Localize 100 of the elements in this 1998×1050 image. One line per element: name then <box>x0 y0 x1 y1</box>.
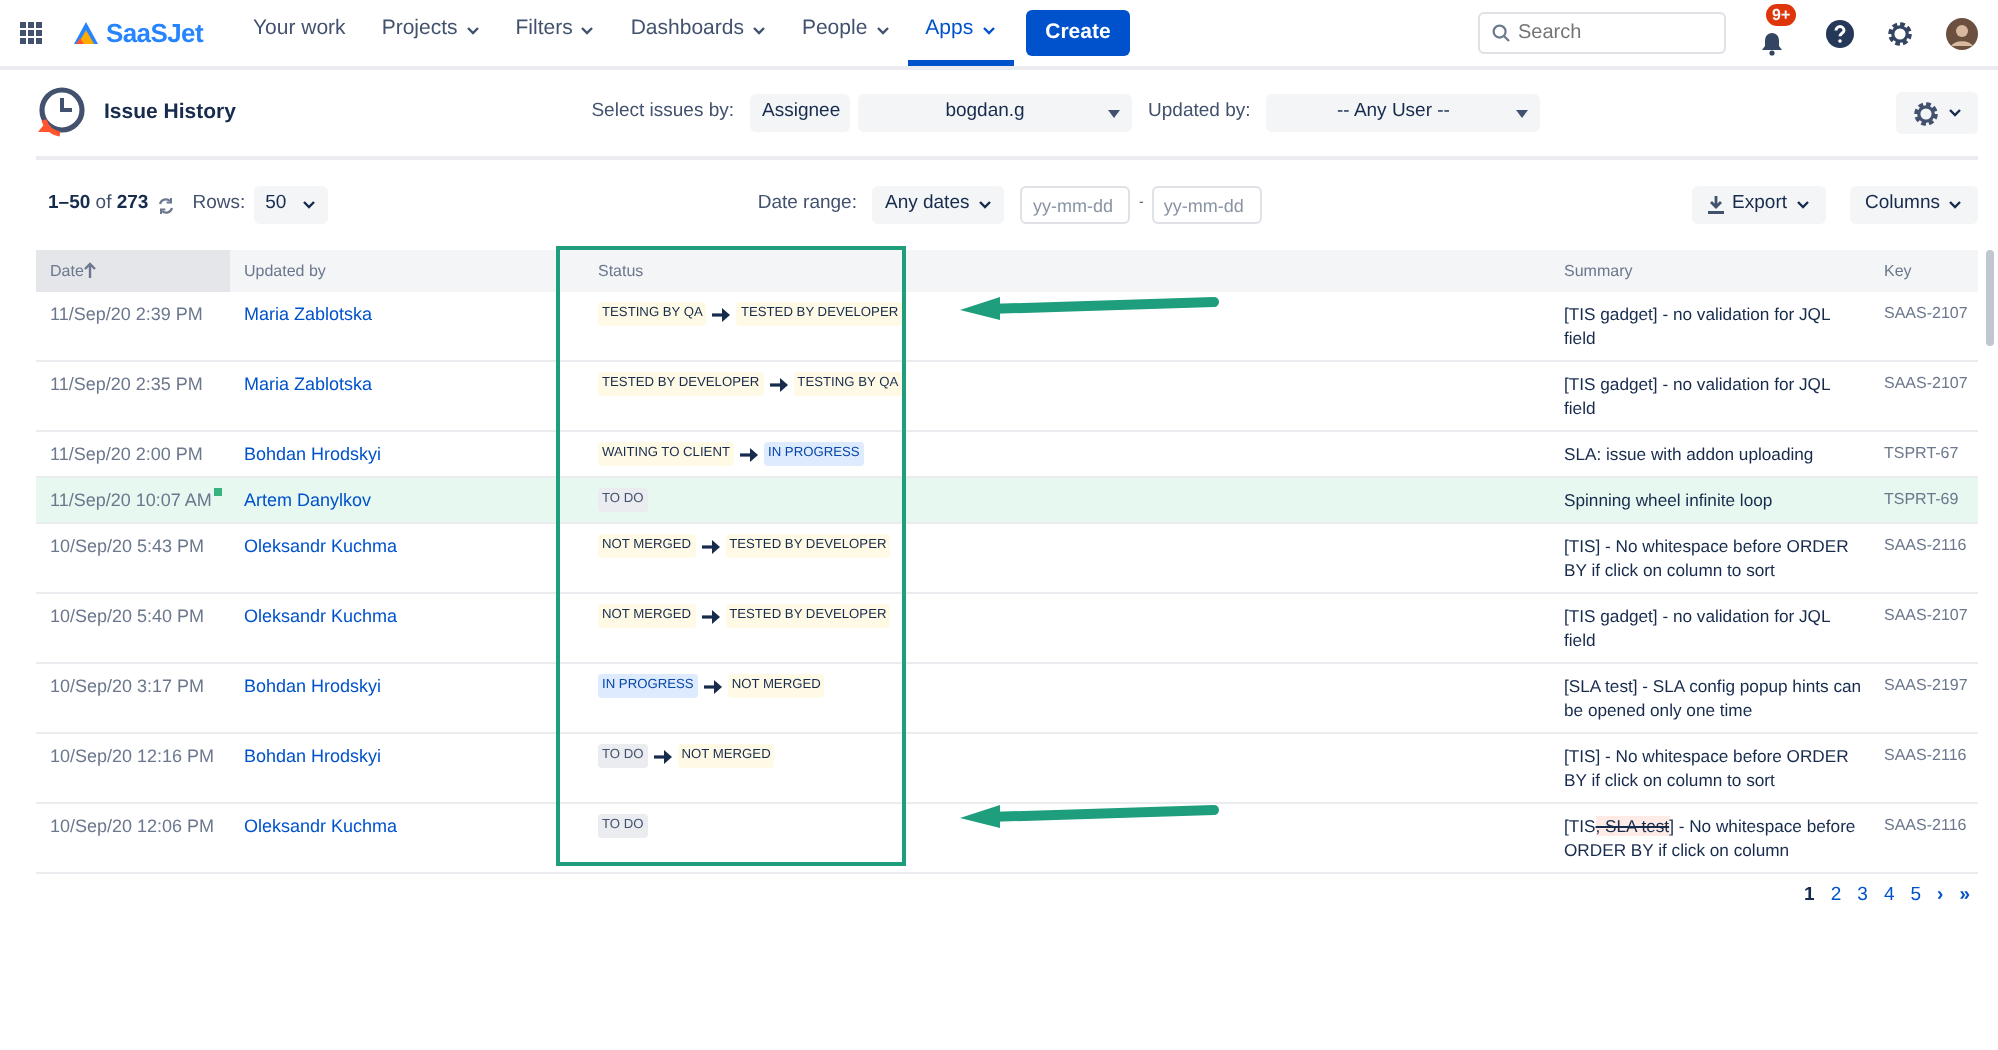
arrow-right-icon <box>712 307 731 321</box>
date-text: 10/Sep/20 3:17 PM <box>50 676 205 696</box>
user-link[interactable]: Bohdan Hrodskyi <box>244 444 382 464</box>
caret-icon <box>1948 200 1963 210</box>
search-icon <box>1492 24 1510 42</box>
summary-text: [SLA test] - SLA config popup hints can be opened only one time <box>1564 674 1862 722</box>
scrollbar-thumb[interactable] <box>1986 250 1994 346</box>
user-link[interactable]: Oleksandr Kuchma <box>244 606 398 626</box>
issue-key: TSPRT-67 <box>1884 444 1959 462</box>
page-link[interactable]: 1 <box>1800 882 1819 911</box>
export-button[interactable]: Export <box>1692 186 1826 224</box>
date-text: 10/Sep/20 12:16 PM <box>50 746 215 766</box>
date-text: 11/Sep/20 2:35 PM <box>50 374 203 394</box>
user-dropdown[interactable]: bogdan.g <box>858 94 1133 132</box>
issue-key: SAAS-2107 <box>1884 606 1968 624</box>
arrow-right-icon <box>703 679 722 693</box>
issue-key: SAAS-2116 <box>1884 746 1967 764</box>
user-link[interactable]: Oleksandr Kuchma <box>244 536 398 556</box>
user-link[interactable]: Bohdan Hrodskyi <box>244 676 382 696</box>
date-text: 11/Sep/20 10:07 AM <box>50 490 212 510</box>
column-header[interactable]: Key <box>1870 250 1978 292</box>
record-count: 1–50 of 273 <box>48 190 149 219</box>
sort-ascending-icon <box>83 262 96 279</box>
date-text: 10/Sep/20 5:43 PM <box>50 536 205 556</box>
arrow-right-icon <box>769 377 788 391</box>
user-link[interactable]: Maria Zablotska <box>244 304 373 324</box>
rows-dropdown[interactable]: 50 <box>253 186 328 224</box>
issue-key: SAAS-2107 <box>1884 304 1968 322</box>
create-button[interactable]: Create <box>1025 9 1131 57</box>
columns-button[interactable]: Columns <box>1849 186 1979 224</box>
search-field[interactable]: Search <box>1478 12 1726 54</box>
filter-label: Updated by: <box>1148 98 1251 127</box>
help-icon[interactable] <box>1826 19 1854 47</box>
summary-text: [TIS gadget] - no validation for JQL field <box>1564 604 1832 652</box>
summary-text: [TIS gadget] - no validation for JQL field <box>1564 302 1832 350</box>
summary-text: Spinning wheel infinite loop <box>1564 488 1775 512</box>
column-header[interactable]: Updated by <box>230 250 560 292</box>
next-page-link[interactable]: › <box>1933 882 1948 911</box>
date-range-label: Date range: <box>757 190 857 219</box>
nav-tab[interactable]: Filters <box>497 0 613 66</box>
updated-by-dropdown[interactable]: -- Any User -- <box>1266 94 1541 132</box>
date-to-field[interactable]: yy-mm-dd <box>1151 186 1262 224</box>
download-icon <box>1708 196 1725 214</box>
arrow-right-icon <box>701 609 720 623</box>
issue-key: SAAS-2107 <box>1884 374 1968 392</box>
user-link[interactable]: Maria Zablotska <box>244 374 373 394</box>
refresh-icon[interactable] <box>156 195 177 215</box>
caret-icon <box>1108 109 1121 117</box>
user-link[interactable]: Bohdan Hrodskyi <box>244 746 382 766</box>
page-link[interactable]: 2 <box>1826 882 1846 911</box>
issue-key: SAAS-2197 <box>1884 676 1968 694</box>
page-link[interactable]: 5 <box>1906 882 1926 911</box>
settings-icon[interactable] <box>1886 19 1914 47</box>
nav-tab[interactable]: Apps <box>907 0 1014 66</box>
history-clock-icon <box>36 85 88 141</box>
column-header[interactable]: Summary <box>1550 250 1870 292</box>
page-link[interactable]: 3 <box>1853 882 1872 911</box>
nav-tab[interactable]: People <box>783 0 908 66</box>
column-header[interactable]: Date <box>36 250 230 292</box>
caret-icon <box>301 200 316 210</box>
caret-icon <box>1516 109 1529 117</box>
filter-label: Select issues by: <box>591 98 735 127</box>
settings-icon[interactable] <box>1912 99 1941 127</box>
arrow-right-icon <box>653 749 672 763</box>
last-page-link[interactable]: » <box>1955 882 1974 911</box>
date-text: 10/Sep/20 5:40 PM <box>50 606 205 626</box>
date-text: 11/Sep/20 2:00 PM <box>50 444 203 464</box>
page-title: Issue History <box>104 97 236 128</box>
nav-tab[interactable]: Your work <box>235 0 364 66</box>
date-from-field[interactable]: yy-mm-dd <box>1020 186 1131 224</box>
rows-label: Rows: <box>192 190 246 219</box>
logo-icon <box>74 22 98 44</box>
issue-key: SAAS-2116 <box>1884 536 1967 554</box>
user-link[interactable]: Oleksandr Kuchma <box>244 816 398 836</box>
notification-icon[interactable] <box>1758 27 1786 56</box>
column-header[interactable]: Status <box>560 250 1550 292</box>
summary-text: [TIS gadget] - no validation for JQL field <box>1564 372 1832 420</box>
settings-dropdown-button[interactable] <box>1896 92 1979 134</box>
date-text: 11/Sep/20 2:39 PM <box>50 304 203 324</box>
arrow-right-icon <box>740 447 758 461</box>
issue-key: TSPRT-69 <box>1884 490 1959 508</box>
caret-icon <box>1795 200 1810 210</box>
logo-text[interactable]: SaaSJet <box>106 13 203 53</box>
summary-text: [TIS, SLA test] - No whitespace before ORDER BY if click on column <box>1564 814 1858 862</box>
summary-text: SLA: issue with addon uploading <box>1564 442 1816 466</box>
arrow-right-icon <box>701 539 720 553</box>
avatar-icon[interactable] <box>1946 17 1978 49</box>
app-switcher-icon[interactable] <box>20 21 42 44</box>
date-range-dropdown[interactable]: Any dates <box>872 186 1005 224</box>
page-link[interactable]: 4 <box>1879 882 1899 911</box>
nav-tab[interactable]: Dashboards <box>612 0 784 66</box>
user-link[interactable]: Artem Danylkov <box>244 490 372 510</box>
search-input[interactable]: Search <box>1518 18 1698 48</box>
issue-key: SAAS-2116 <box>1884 816 1967 834</box>
summary-text: [TIS] - No whitespace before ORDER BY if click on column to sort <box>1564 534 1851 582</box>
select-by-dropdown[interactable]: Assignee <box>750 94 851 132</box>
nav-tab[interactable]: Projects <box>363 0 498 66</box>
date-text: 10/Sep/20 12:06 PM <box>50 816 215 836</box>
caret-icon <box>978 200 993 210</box>
summary-text: [TIS] - No whitespace before ORDER BY if click on column to sort <box>1564 744 1851 792</box>
